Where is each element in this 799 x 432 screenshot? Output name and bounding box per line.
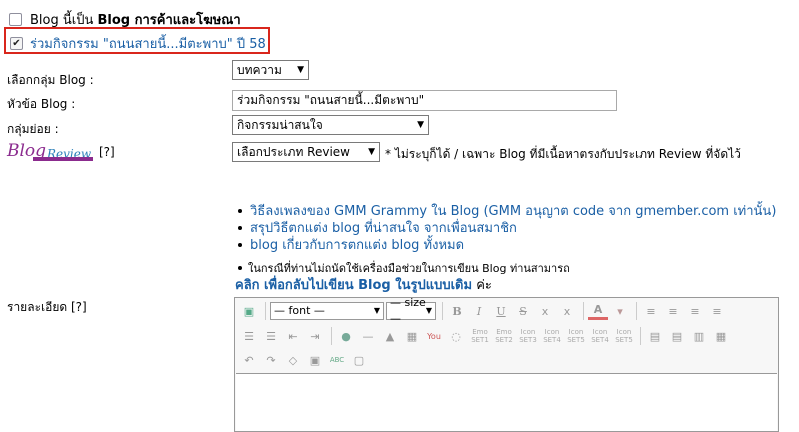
subgroup-select-value: กิจกรรมน่าสนใจ — [237, 118, 323, 132]
campaign-option[interactable]: ร่วมกิจกรรม "ถนนสายนี้...มีตะพาบ" ปี 58 — [10, 33, 266, 54]
chevron-down-icon: ▼ — [425, 306, 432, 315]
select-all-icon[interactable]: ▣ — [305, 351, 325, 369]
blog-review-logo: Blog Review — [7, 141, 93, 161]
title-input[interactable]: ร่วมกิจกรรม "ถนนสายนี้...มีตะพาบ" — [232, 90, 617, 111]
italic-button[interactable]: I — [469, 302, 489, 320]
review-type-select[interactable]: เลือกประเภท Review ▼ — [232, 142, 380, 162]
table-col-icon[interactable]: ▥ — [689, 327, 709, 345]
icon-set5b-button[interactable]: Icon SET5 — [612, 328, 636, 344]
chevron-down-icon: ▼ — [297, 65, 304, 75]
emo-set1-button[interactable]: Emo SET1 — [468, 328, 492, 344]
undo-icon[interactable]: ↶ — [239, 351, 259, 369]
commercial-blog-checkbox[interactable] — [9, 13, 22, 26]
outdent-icon[interactable]: ⇤ — [283, 327, 303, 345]
icon-set3-button[interactable]: Icon SET3 — [516, 328, 540, 344]
html-icon[interactable]: ▢ — [349, 351, 369, 369]
toolbar-row-2: ☰ ☰ ⇤ ⇥ ● — ▲ ▦ You ◌ Emo SET1 Emo SET2 … — [239, 324, 733, 348]
link-icon[interactable]: ● — [336, 327, 356, 345]
special-char-icon[interactable]: ◌ — [446, 327, 466, 345]
chevron-down-icon: ▼ — [368, 147, 375, 157]
subscript-button[interactable]: x — [535, 302, 555, 320]
title-label: หัวข้อ Blog : — [7, 97, 76, 111]
editor-content-area[interactable] — [236, 373, 777, 431]
superscript-button[interactable]: x — [557, 302, 577, 320]
bold-button[interactable]: B — [447, 302, 467, 320]
font-color-button[interactable]: A — [588, 302, 608, 320]
eraser-icon[interactable]: ◇ — [283, 351, 303, 369]
detail-label: รายละเอียด [?] — [7, 300, 87, 314]
icon-set5-button[interactable]: Icon SET5 — [564, 328, 588, 344]
classic-editor-link[interactable]: คลิก เพื่อกลับไปเขียน Blog ในรูปแบบเดิม — [235, 278, 472, 293]
classic-editor-line: คลิก เพื่อกลับไปเขียน Blog ในรูปแบบเดิม … — [235, 278, 492, 293]
align-left-icon[interactable]: ≡ — [641, 302, 661, 320]
review-type-value: เลือกประเภท Review — [237, 145, 350, 159]
table-row-icon[interactable]: ▤ — [667, 327, 687, 345]
horizontal-rule-icon[interactable]: — — [358, 327, 378, 345]
toolbar-row-3: ↶ ↷ ◇ ▣ ABC ▢ — [239, 348, 371, 372]
source-icon[interactable]: ▣ — [239, 302, 259, 320]
subgroup-select[interactable]: กิจกรรมน่าสนใจ ▼ — [232, 115, 429, 135]
numbered-list-icon[interactable]: ☰ — [239, 327, 259, 345]
media-icon[interactable]: ▦ — [402, 327, 422, 345]
group-select-value: บทความ — [237, 63, 282, 77]
spellcheck-icon[interactable]: ABC — [327, 351, 347, 369]
underline-button[interactable]: U — [491, 302, 511, 320]
table-icon[interactable]: ▤ — [645, 327, 665, 345]
group-select[interactable]: บทความ ▼ — [232, 60, 309, 80]
chevron-down-icon: ▼ — [373, 306, 380, 315]
campaign-label: ร่วมกิจกรรม "ถนนสายนี้...มีตะพาบ" ปี 58 — [30, 37, 266, 52]
icon-set4b-button[interactable]: Icon SET4 — [588, 328, 612, 344]
image-icon[interactable]: ▲ — [380, 327, 400, 345]
strikethrough-button[interactable]: S — [513, 302, 533, 320]
decorate-all-link[interactable]: blog เกี่ยวกับการตกแต่ง blog ทั้งหมด — [250, 234, 464, 255]
review-note: * ไม่ระบุก็ได้ / เฉพาะ Blog ที่มีเนื้อหา… — [385, 147, 741, 161]
icon-set4-button[interactable]: Icon SET4 — [540, 328, 564, 344]
size-select[interactable]: — size — ▼ — [386, 296, 436, 325]
subgroup-label: กลุ่มย่อย : — [7, 122, 59, 136]
chevron-down-icon: ▼ — [417, 120, 424, 130]
rich-text-editor: ▣ — font — ▼ — size — ▼ B I U S x x A ▾ ≡ … — [234, 296, 779, 432]
align-center-icon[interactable]: ≡ — [663, 302, 683, 320]
group-label: เลือกกลุ่ม Blog : — [7, 73, 94, 87]
emo-set2-button[interactable]: Emo SET2 — [492, 328, 516, 344]
table-cell-icon[interactable]: ▦ — [711, 327, 731, 345]
redo-icon[interactable]: ↷ — [261, 351, 281, 369]
toolbar-row-1: ▣ — font — ▼ — size — ▼ B I U S x x A ▾ ≡ … — [239, 296, 729, 325]
youtube-icon[interactable]: You — [424, 327, 444, 345]
campaign-checkbox[interactable] — [10, 37, 23, 50]
align-justify-icon[interactable]: ≡ — [707, 302, 727, 320]
highlight-color-icon[interactable]: ▾ — [610, 302, 630, 320]
font-select[interactable]: — font — ▼ — [270, 302, 384, 320]
list-item: blog เกี่ยวกับการตกแต่ง blog ทั้งหมด — [238, 236, 776, 253]
bulleted-list-icon[interactable]: ☰ — [261, 327, 281, 345]
help-links-list: วิธีลงเพลงของ GMM Grammy ใน Blog (GMM อน… — [238, 202, 776, 253]
align-right-icon[interactable]: ≡ — [685, 302, 705, 320]
indent-icon[interactable]: ⇥ — [305, 327, 325, 345]
review-help-link[interactable]: [?] — [99, 145, 115, 159]
